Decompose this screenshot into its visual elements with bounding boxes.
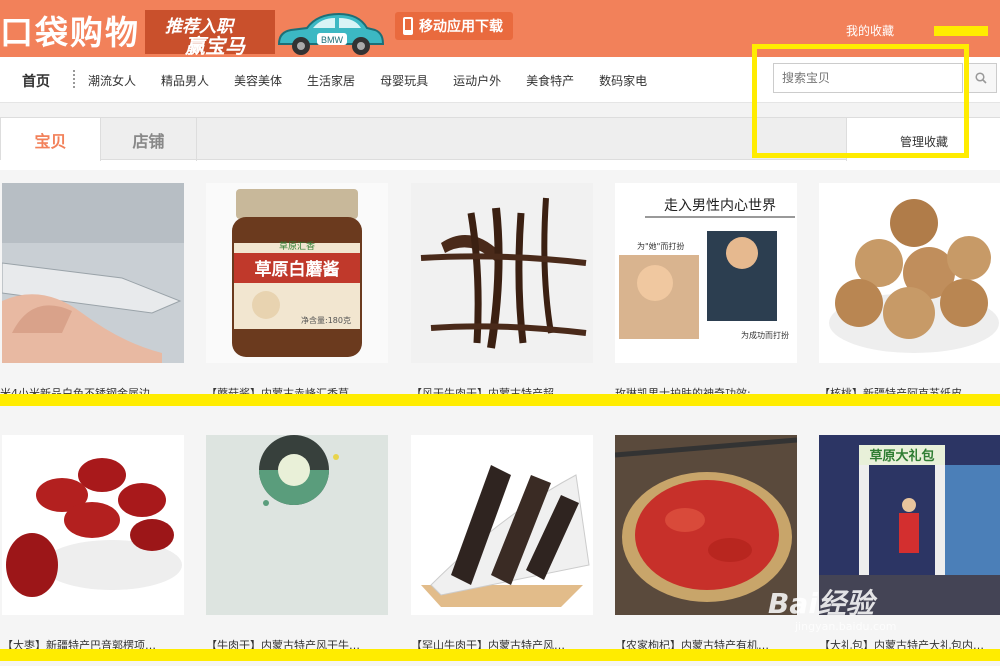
nav-item-women[interactable]: 潮流女人 [88, 72, 136, 89]
tab-items[interactable]: 宝贝 [1, 118, 101, 161]
product-card[interactable]: 【风干牛肉干】内蒙古特产超… [411, 183, 593, 423]
ad-sub-2: 为成功而打扮 [741, 330, 789, 340]
product-image[interactable] [2, 183, 184, 363]
mens-skincare-ad: 走入男性内心世界 为"她"而打扮 为成功而打扮 [615, 183, 797, 363]
page: 口袋购物 推荐入职 赢宝马 BMW 移动应用下载 我的收藏 首页 潮流女人 精品… [0, 0, 1000, 666]
app-download-label: 移动应用下载 [419, 19, 503, 35]
highlight-bar [0, 649, 1000, 661]
nav-item-baby[interactable]: 母婴玩具 [380, 72, 428, 89]
baidu-watermark: Bai经验 jingyan.baidu.com [760, 580, 1000, 640]
product-image[interactable]: 草原汇香 草原白蘑酱 净含量:180克 [206, 183, 388, 363]
nav-divider [73, 70, 75, 88]
ad-title: 走入男性内心世界 [664, 198, 776, 214]
phone-icon [403, 17, 413, 35]
product-image[interactable] [411, 183, 593, 363]
nav-item-digital[interactable]: 数码家电 [599, 72, 647, 89]
highlight-box [752, 44, 969, 158]
product-card[interactable]: 【核桃】新疆特产阿克苏纸皮… [819, 183, 1000, 423]
product-image[interactable]: 走入男性内心世界 为"她"而打扮 为成功而打扮 [615, 183, 797, 363]
red-dates-photo [2, 435, 184, 615]
promo-line2: 赢宝马 [185, 34, 245, 58]
product-card[interactable]: 米4小米新品白色不锈钢金属边… [0, 183, 184, 423]
my-favorites-link[interactable]: 我的收藏 [846, 22, 894, 39]
search-icon [974, 72, 987, 84]
site-logo[interactable]: 口袋购物 [0, 6, 140, 54]
highlight-mark [934, 26, 988, 36]
jar-brand: 草原汇香 [279, 240, 315, 252]
product-card[interactable]: 草原汇香 草原白蘑酱 净含量:180克 【蘑菇酱】内蒙古赤峰汇香草… [206, 183, 388, 423]
product-card[interactable]: 【大枣】新疆特产巴音郭楞项… [2, 435, 184, 661]
watermark-text: Bai经验 [768, 587, 874, 620]
mushroom-sauce-jar: 草原汇香 草原白蘑酱 净含量:180克 [206, 183, 388, 363]
product-image[interactable] [411, 435, 593, 615]
nav-items: 潮流女人 精品男人 美容美体 生活家居 母婴玩具 运动户外 美食特产 数码家电 [88, 72, 672, 89]
image-placeholder [206, 435, 388, 615]
walnuts-photo [819, 183, 1000, 363]
nav-item-men[interactable]: 精品男人 [161, 72, 209, 89]
promo-banner[interactable]: 推荐入职 赢宝马 BMW [145, 4, 385, 58]
jar-title: 草原白蘑酱 [255, 259, 340, 280]
highlight-bar [0, 394, 1000, 406]
app-download-button[interactable]: 移动应用下载 [395, 12, 513, 40]
nav-item-home[interactable]: 生活家居 [307, 72, 355, 89]
nav-item-beauty[interactable]: 美容美体 [234, 72, 282, 89]
product-card[interactable]: 【罕山牛肉干】内蒙古特产风… [411, 435, 593, 661]
product-image[interactable] [2, 435, 184, 615]
product-card[interactable]: 走入男性内心世界 为"她"而打扮 为成功而打扮 玫琳凯男士护肤的神奇功效:… [615, 183, 797, 423]
nav-item-outdoor[interactable]: 运动户外 [453, 72, 501, 89]
search-button[interactable] [965, 63, 997, 93]
beef-jerky-sticks [411, 183, 593, 363]
tab-shops[interactable]: 店铺 [101, 118, 197, 161]
product-card[interactable]: 【牛肉干】内蒙古特产风干牛… [206, 435, 388, 661]
product-image[interactable] [819, 183, 1000, 363]
nav-home[interactable]: 首页 [22, 71, 50, 91]
car-icon: BMW [277, 12, 385, 55]
product-image[interactable] [206, 435, 388, 615]
car-label: BMW [321, 35, 344, 45]
jar-weight: 净含量:180克 [301, 315, 351, 325]
watermark-sub: jingyan.baidu.com [795, 620, 897, 633]
packaged-jerky-photo [411, 435, 593, 615]
nav-item-food[interactable]: 美食特产 [526, 72, 574, 89]
booth-banner: 草原大礼包 [869, 448, 934, 464]
ad-sub-1: 为"她"而打扮 [637, 241, 684, 251]
phone-photo [2, 183, 184, 363]
